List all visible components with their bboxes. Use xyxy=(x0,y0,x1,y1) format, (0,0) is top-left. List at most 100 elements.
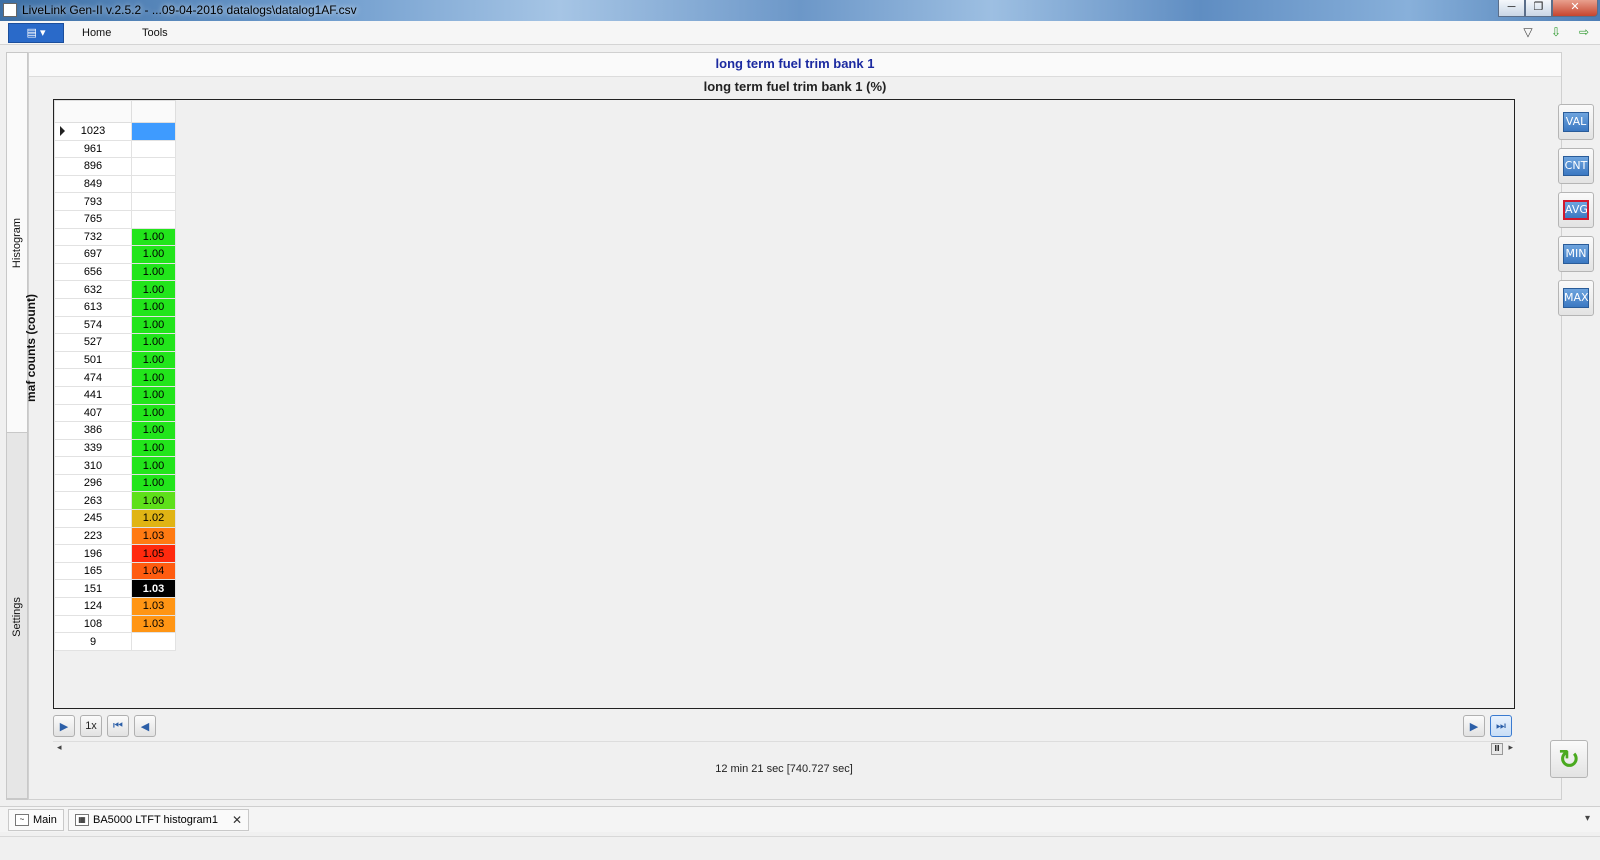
mode-cnt-button[interactable]: CNT xyxy=(1558,148,1594,184)
value-cell[interactable]: 1.00 xyxy=(131,368,176,387)
value-cell[interactable]: 1.02 xyxy=(131,509,176,528)
refresh-button[interactable]: ↻ xyxy=(1550,740,1588,778)
row-index-cell[interactable]: 527 xyxy=(54,333,132,352)
value-cell[interactable] xyxy=(131,174,176,194)
value-cell[interactable] xyxy=(131,192,176,211)
value-cell[interactable]: 1.03 xyxy=(131,614,176,634)
value-cell[interactable]: 1.00 xyxy=(131,403,176,423)
row-index-cell[interactable]: 108 xyxy=(54,614,132,634)
value-cell[interactable]: 1.00 xyxy=(131,280,176,299)
value-cell[interactable]: 1.00 xyxy=(131,227,176,247)
table-row[interactable]: 1023 xyxy=(54,122,176,141)
ribbon-collapse-icon[interactable]: ▽ xyxy=(1520,25,1536,41)
table-row[interactable]: 108 1.03 xyxy=(54,614,176,634)
row-index-cell[interactable]: 296 xyxy=(54,473,132,493)
value-cell[interactable]: 1.04 xyxy=(131,561,176,581)
value-cell[interactable]: 1.03 xyxy=(131,597,176,616)
row-index-cell[interactable]: 632 xyxy=(54,280,132,299)
row-index-cell[interactable]: 263 xyxy=(54,491,132,511)
table-row[interactable]: 223 1.03 xyxy=(54,526,176,546)
doc-tab-histogram[interactable]: ▦ BA5000 LTFT histogram1 ✕ xyxy=(68,809,249,831)
scroll-left-icon[interactable]: ◂ xyxy=(57,742,62,753)
last-frame-button[interactable]: ⏭ xyxy=(1490,715,1512,737)
value-cell[interactable]: 1.00 xyxy=(131,491,176,511)
close-tab-icon[interactable]: ✕ xyxy=(232,813,242,827)
app-menu-button[interactable]: ▤ ▾ xyxy=(8,23,64,43)
close-button[interactable]: ✕ xyxy=(1552,0,1598,17)
mode-max-button[interactable]: MAX xyxy=(1558,280,1594,316)
row-index-cell[interactable]: 124 xyxy=(54,597,132,616)
scroll-right-icon[interactable]: ▸ xyxy=(1508,742,1513,753)
row-index-cell[interactable]: 1023 xyxy=(54,122,132,141)
table-row[interactable]: 697 1.00 xyxy=(54,245,176,264)
value-cell[interactable]: 1.00 xyxy=(131,438,176,458)
table-row[interactable]: 407 1.00 xyxy=(54,403,176,423)
value-cell[interactable]: 1.00 xyxy=(131,333,176,352)
row-index-cell[interactable]: 574 xyxy=(54,315,132,335)
value-cell[interactable]: 1.03 xyxy=(131,579,176,599)
row-index-cell[interactable]: 896 xyxy=(54,157,132,176)
value-cell[interactable]: 1.05 xyxy=(131,544,176,563)
maximize-button[interactable]: ❐ xyxy=(1525,0,1552,17)
table-row[interactable]: 793 xyxy=(54,192,176,211)
row-index-cell[interactable]: 407 xyxy=(54,403,132,423)
row-index-cell[interactable]: 961 xyxy=(54,139,132,159)
mode-min-button[interactable]: MIN xyxy=(1558,236,1594,272)
value-cell[interactable]: 1.00 xyxy=(131,297,176,317)
table-row[interactable]: 849 xyxy=(54,174,176,194)
mode-val-button[interactable]: VAL xyxy=(1558,104,1594,140)
scroll-thumb[interactable]: Ⅲ xyxy=(1491,743,1503,755)
row-index-cell[interactable]: 339 xyxy=(54,438,132,458)
export-icon[interactable]: ⇨ xyxy=(1576,25,1592,41)
speed-button[interactable]: 1x xyxy=(80,715,102,737)
row-index-cell[interactable]: 849 xyxy=(54,174,132,194)
value-cell[interactable] xyxy=(131,209,176,229)
row-index-cell[interactable]: 245 xyxy=(54,509,132,528)
table-row[interactable]: 656 1.00 xyxy=(54,262,176,282)
timeline-scrollbar[interactable]: ◂ Ⅲ ▸ xyxy=(53,741,1515,755)
row-index-cell[interactable]: 441 xyxy=(54,385,132,405)
table-row[interactable]: 441 1.00 xyxy=(54,385,176,405)
tabs-menu-icon[interactable]: ▾ xyxy=(1585,813,1590,824)
table-row[interactable]: 732 1.00 xyxy=(54,227,176,247)
table-row[interactable]: 263 1.00 xyxy=(54,491,176,511)
table-row[interactable]: 613 1.00 xyxy=(54,297,176,317)
table-row[interactable]: 296 1.00 xyxy=(54,473,176,493)
mode-avg-button[interactable]: AVG xyxy=(1558,192,1594,228)
table-row[interactable]: 896 xyxy=(54,157,176,176)
value-cell[interactable]: 1.00 xyxy=(131,315,176,335)
table-row[interactable]: 9 xyxy=(54,632,176,651)
previous-frame-button[interactable]: ◀ xyxy=(134,715,156,737)
table-row[interactable]: 765 xyxy=(54,209,176,229)
row-index-cell[interactable]: 151 xyxy=(54,579,132,599)
histogram-grid[interactable]: 1023 961 896 849 793 765 732 1.00 697 1.00 656 1.00… xyxy=(53,99,1515,709)
value-cell[interactable] xyxy=(131,139,176,159)
table-row[interactable]: 632 1.00 xyxy=(54,280,176,299)
next-frame-button[interactable]: ▶ xyxy=(1463,715,1485,737)
row-index-cell[interactable]: 732 xyxy=(54,227,132,247)
table-row[interactable]: 124 1.03 xyxy=(54,597,176,616)
row-index-cell[interactable]: 697 xyxy=(54,245,132,264)
value-cell[interactable] xyxy=(131,157,176,176)
row-index-cell[interactable]: 765 xyxy=(54,209,132,229)
table-row[interactable]: 339 1.00 xyxy=(54,438,176,458)
row-index-cell[interactable]: 474 xyxy=(54,368,132,387)
row-index-cell[interactable]: 165 xyxy=(54,561,132,581)
table-row[interactable]: 527 1.00 xyxy=(54,333,176,352)
table-row[interactable]: 961 xyxy=(54,139,176,159)
play-button[interactable]: ▶ xyxy=(53,715,75,737)
row-index-cell[interactable]: 613 xyxy=(54,297,132,317)
table-row[interactable]: 474 1.00 xyxy=(54,368,176,387)
value-cell[interactable] xyxy=(131,122,176,141)
doc-tab-main[interactable]: ~ Main xyxy=(8,809,64,831)
table-row[interactable]: 310 1.00 xyxy=(54,456,176,475)
value-cell[interactable]: 1.00 xyxy=(131,262,176,282)
table-row[interactable]: 574 1.00 xyxy=(54,315,176,335)
tab-home[interactable]: Home xyxy=(82,27,111,39)
row-index-cell[interactable]: 656 xyxy=(54,262,132,282)
table-row[interactable]: 196 1.05 xyxy=(54,544,176,563)
row-index-cell[interactable]: 501 xyxy=(54,350,132,370)
row-index-cell[interactable]: 196 xyxy=(54,544,132,563)
value-cell[interactable]: 1.00 xyxy=(131,350,176,370)
side-tab-settings[interactable]: Settings xyxy=(7,435,27,799)
